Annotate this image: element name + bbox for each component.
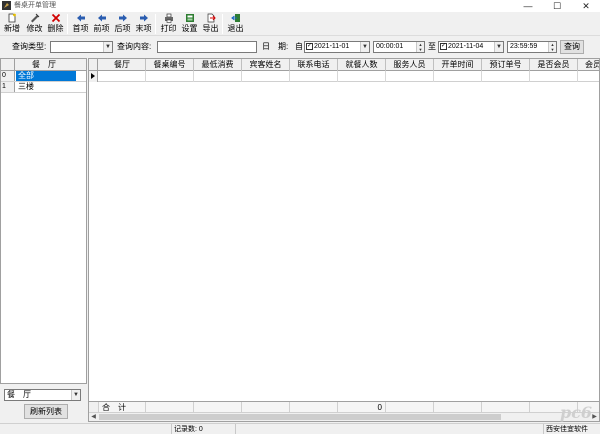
- toolbar: 新增 修改 删除 首项 前项 后项 末项 打印 设置 导出 退出: [0, 12, 600, 36]
- column-header[interactable]: 餐桌编号: [146, 59, 194, 71]
- column-header[interactable]: 会员: [578, 59, 599, 71]
- restaurant-list-header: 餐 厅: [1, 59, 86, 71]
- record-count: 记录数: 0: [172, 424, 236, 434]
- filter-bar: 查询类型: ▼ 查询内容: 日 期: 自 ✓ 2021-11-01 ▼ 00:00…: [0, 37, 600, 57]
- from-time-input[interactable]: 00:00:01 ▲ ▼: [373, 41, 425, 53]
- watermark-logo: pc6: [560, 403, 593, 422]
- column-header[interactable]: 服务人员: [386, 59, 434, 71]
- exit-button[interactable]: 退出: [226, 13, 245, 35]
- status-panel: [0, 424, 172, 434]
- restaurant-list: 餐 厅 0 全部 1 三楼: [0, 58, 87, 384]
- chevron-down-icon: ▼: [494, 42, 503, 52]
- settings-button[interactable]: 设置: [180, 13, 199, 35]
- delete-x-icon: [51, 13, 60, 23]
- delete-button[interactable]: 删除: [46, 13, 65, 35]
- list-item[interactable]: 1 三楼: [1, 82, 86, 93]
- column-header[interactable]: 是否会员: [530, 59, 578, 71]
- status-bar: 记录数: 0 西安佳宜软件: [0, 423, 600, 434]
- horizontal-scrollbar[interactable]: ◀ ▶: [89, 412, 599, 421]
- toolbar-separator: [67, 14, 68, 34]
- query-type-label: 查询类型:: [12, 42, 47, 51]
- title-bar: 餐桌开单管理 — ☐ ✕: [0, 0, 600, 12]
- current-row-arrow-icon: [89, 71, 98, 82]
- export-icon: [207, 13, 216, 23]
- from-label: 自: [295, 42, 303, 51]
- edit-button[interactable]: 修改: [25, 13, 44, 35]
- scroll-left-icon[interactable]: ◀: [89, 413, 98, 421]
- list-item[interactable]: 0 全部: [1, 71, 86, 82]
- printer-icon: [164, 13, 173, 23]
- toolbar-separator: [155, 14, 156, 34]
- spin-arrows-icon[interactable]: ▲ ▼: [548, 42, 556, 52]
- settings-icon: [185, 14, 194, 22]
- new-document-icon: [8, 13, 16, 23]
- date-label: 日 期:: [262, 42, 289, 51]
- from-date-picker[interactable]: ✓ 2021-11-01 ▼: [304, 41, 370, 53]
- first-record-button[interactable]: 首项: [71, 13, 90, 35]
- toolbar-separator: [222, 14, 223, 34]
- chevron-down-icon: ▼: [71, 390, 80, 400]
- from-date-checkbox[interactable]: ✓: [306, 42, 313, 50]
- scrollbar-thumb[interactable]: [99, 414, 501, 420]
- column-header[interactable]: 预订单号: [482, 59, 530, 71]
- to-date-picker[interactable]: ✓ 2021-11-04 ▼: [438, 41, 504, 53]
- restaurant-panel: 餐 厅 0 全部 1 三楼 餐 厅 ▼ 刷新列表: [0, 58, 87, 422]
- query-content-input[interactable]: [157, 41, 257, 53]
- grid-header-corner: [89, 59, 98, 71]
- edit-icon: [30, 13, 39, 23]
- to-time-input[interactable]: 23:59:59 ▲ ▼: [507, 41, 557, 53]
- status-panel: [236, 424, 544, 434]
- query-button[interactable]: 查询: [560, 40, 584, 54]
- last-arrow-icon: [139, 14, 148, 22]
- column-header[interactable]: 宾客姓名: [242, 59, 290, 71]
- next-arrow-icon: [118, 14, 127, 22]
- restaurant-filter-select[interactable]: 餐 厅 ▼: [4, 389, 81, 401]
- new-button[interactable]: 新增: [3, 13, 21, 35]
- column-header[interactable]: 就餐人数: [338, 59, 386, 71]
- company-name: 西安佳宜软件: [546, 426, 588, 433]
- last-record-button[interactable]: 末项: [134, 13, 153, 35]
- column-header[interactable]: 最低消费: [194, 59, 242, 71]
- first-arrow-icon: [76, 14, 85, 22]
- table-row[interactable]: [89, 71, 599, 82]
- close-button[interactable]: ✕: [572, 0, 600, 12]
- export-button[interactable]: 导出: [201, 13, 220, 35]
- chevron-down-icon: ▼: [103, 42, 112, 52]
- to-date-checkbox[interactable]: ✓: [440, 42, 447, 50]
- orders-grid: 餐厅 餐桌编号 最低消费 宾客姓名 联系电话 就餐人数 服务人员 开单时间 预订…: [88, 58, 600, 422]
- spin-arrows-icon[interactable]: ▲ ▼: [416, 42, 424, 52]
- grid-header: 餐厅 餐桌编号 最低消费 宾客姓名 联系电话 就餐人数 服务人员 开单时间 预订…: [89, 59, 599, 71]
- to-label: 至: [428, 42, 436, 51]
- header-corner: [1, 59, 15, 70]
- summary-row: 合 计 0: [89, 401, 599, 413]
- prev-arrow-icon: [97, 14, 106, 22]
- app-icon: [2, 1, 11, 10]
- minimize-button[interactable]: —: [514, 0, 542, 12]
- column-header[interactable]: 开单时间: [434, 59, 482, 71]
- print-button[interactable]: 打印: [159, 13, 178, 35]
- exit-door-icon: [230, 14, 240, 22]
- window-title: 餐桌开单管理: [14, 2, 56, 9]
- chevron-down-icon: ▼: [360, 42, 369, 52]
- query-type-select[interactable]: ▼: [50, 41, 113, 53]
- restaurant-column-header[interactable]: 餐 厅: [15, 59, 73, 70]
- column-header[interactable]: 联系电话: [290, 59, 338, 71]
- column-header[interactable]: 餐厅: [99, 59, 146, 71]
- refresh-list-button[interactable]: 刷新列表: [24, 404, 68, 419]
- next-record-button[interactable]: 后项: [113, 13, 132, 35]
- prev-record-button[interactable]: 前项: [92, 13, 111, 35]
- maximize-button[interactable]: ☐: [543, 0, 571, 12]
- query-content-label: 查询内容:: [117, 42, 152, 51]
